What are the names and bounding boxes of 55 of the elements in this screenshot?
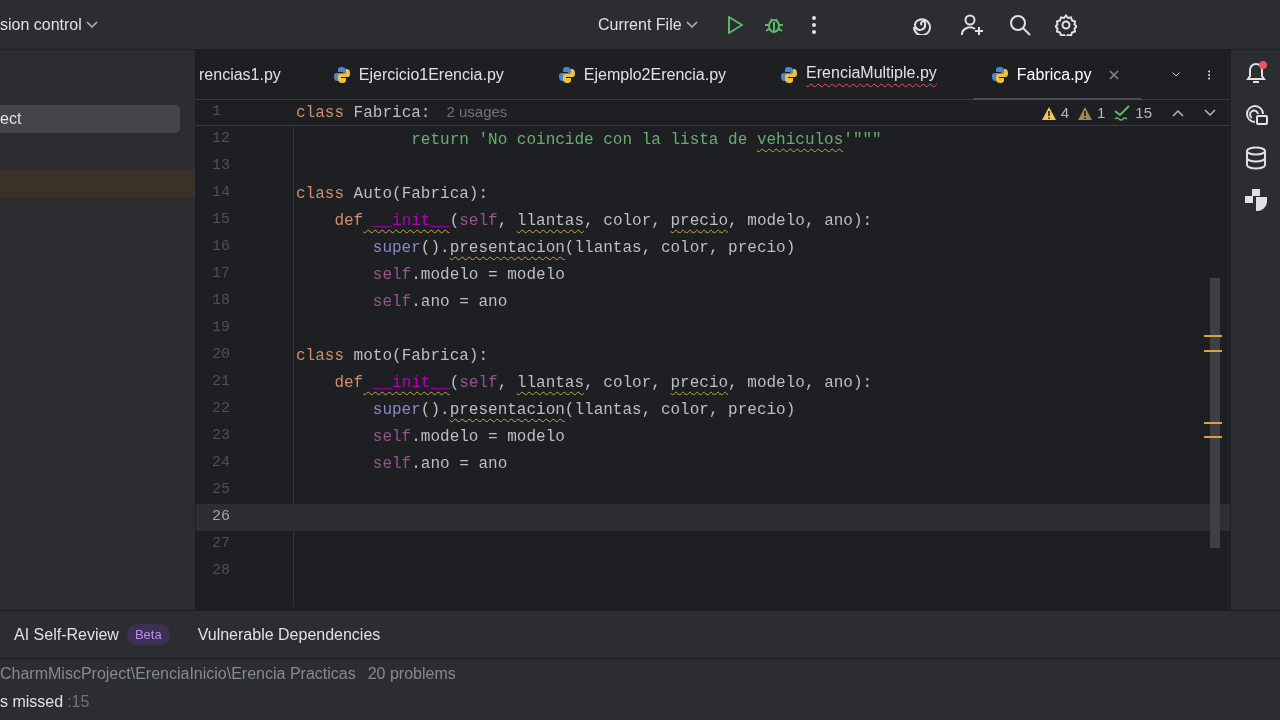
database-icon[interactable]	[1244, 146, 1267, 170]
add-user-icon[interactable]	[960, 13, 985, 36]
warning-marker	[1204, 422, 1222, 424]
inspection-counter[interactable]: 4	[1040, 102, 1069, 125]
missed-label: s missed	[0, 692, 64, 712]
inspection-counter[interactable]: 1	[1076, 102, 1106, 125]
python-file-icon	[990, 65, 1009, 84]
code-line: super().presentacion(llantas, color, precio)	[371, 399, 796, 421]
python-file-icon	[780, 65, 799, 84]
tool-window-tab[interactable]: Vulnerable Dependencies	[197, 622, 381, 647]
editor-tab[interactable]: rencias1.py	[196, 49, 331, 100]
code-line: self.modelo = modelo	[371, 264, 565, 286]
editor-tab[interactable]: Fabrica.py	[988, 49, 1122, 100]
close-icon[interactable]	[1107, 68, 1120, 81]
warning-marker	[1204, 436, 1222, 438]
settings-icon[interactable]	[1054, 13, 1077, 36]
code-line: class Fabrica:	[296, 102, 431, 124]
code-line: class Auto(Fabrica):	[296, 183, 489, 205]
vcs-widget[interactable]: sion control	[0, 12, 98, 37]
code-line: super().presentacion(llantas, color, precio)	[371, 237, 796, 259]
plugin-icon[interactable]	[1243, 188, 1268, 212]
editor-tab[interactable]: Ejercicio1Erencia.py	[330, 49, 506, 100]
code-line: def __init__(self, llantas, color, precio, modelo, ano):	[333, 372, 873, 394]
warning-marker	[1204, 350, 1222, 352]
code-line: self.ano = ano	[371, 453, 508, 475]
search-icon[interactable]	[1008, 13, 1031, 36]
chevron-down-icon[interactable]	[1171, 70, 1180, 79]
beta-badge: Beta	[126, 623, 170, 646]
usages-hint: 2 usages	[446, 102, 508, 123]
problems-path: CharmMiscProject\ErenciaInicio\Erencia Practicas	[0, 664, 356, 684]
check-icon	[1113, 105, 1132, 122]
inspection-counter[interactable]: 15	[1113, 102, 1152, 125]
warning-marker	[1204, 335, 1222, 337]
chevron-down-icon	[85, 20, 98, 29]
more-icon[interactable]	[811, 15, 816, 34]
editor-tab[interactable]: ErenciaMultiple.py	[778, 49, 939, 100]
run-icon[interactable]	[725, 14, 744, 35]
warning-icon	[1076, 105, 1093, 121]
missed-count: :15	[67, 692, 90, 712]
chevron-down-icon[interactable]	[1204, 109, 1216, 118]
code-line: class moto(Fabrica):	[296, 345, 489, 367]
chevron-down-icon	[685, 20, 698, 29]
editor-tab[interactable]: Ejemplo2Erencia.py	[555, 49, 729, 100]
chevron-up-icon[interactable]	[1172, 109, 1184, 118]
line-number: 26	[211, 507, 231, 528]
code-line: self.modelo = modelo	[371, 426, 565, 448]
project-tree-row[interactable]: ect	[0, 105, 180, 133]
python-file-icon	[332, 65, 351, 84]
problems-count: 20 problems	[367, 664, 456, 684]
code-line: self.ano = ano	[371, 291, 508, 313]
code-line: def __init__(self, llantas, color, precio, modelo, ano):	[333, 210, 873, 232]
python-file-icon	[557, 65, 576, 84]
code-line: return 'No coincide con la lista de vehiculos'"""	[410, 129, 882, 151]
run-config-selector[interactable]: Current File	[590, 8, 706, 41]
tool-window-tab[interactable]: AI Self-Review	[14, 622, 119, 647]
